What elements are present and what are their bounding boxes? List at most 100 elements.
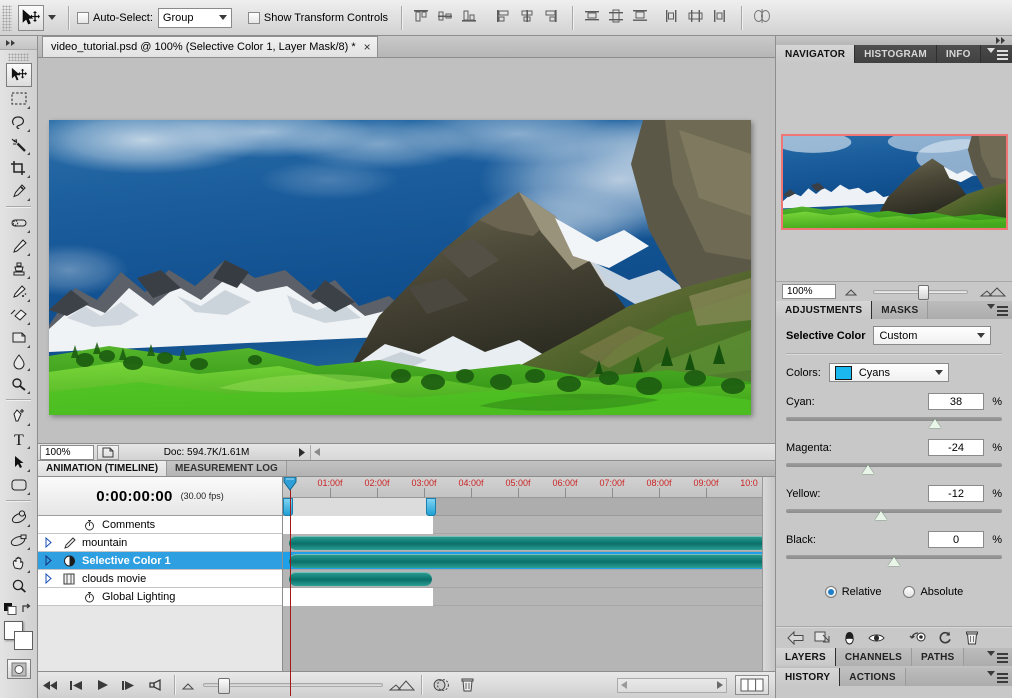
yellow-value-input[interactable]: -12 <box>928 485 984 502</box>
canvas-area[interactable] <box>38 58 775 444</box>
magenta-value-input[interactable]: -24 <box>928 439 984 456</box>
current-tool-icon[interactable] <box>18 4 44 31</box>
tab-actions[interactable]: ACTIONS <box>840 668 906 686</box>
track-row-mountain[interactable]: mountain <box>38 534 282 552</box>
zoom-in-icon[interactable] <box>979 286 1007 297</box>
tool-horizontal-type[interactable]: T <box>7 427 31 450</box>
slider-track[interactable] <box>786 509 1002 513</box>
align-right-edges-button[interactable] <box>542 8 562 28</box>
distribute-left-edges-button[interactable] <box>663 8 683 28</box>
delete-keyframes-button[interactable] <box>454 673 480 698</box>
expand-twisty-icon[interactable] <box>38 572 58 585</box>
document-tab[interactable]: video_tutorial.psd @ 100% (Selective Col… <box>42 36 378 57</box>
distribute-vertical-centers-button[interactable] <box>607 8 627 28</box>
tool-eraser[interactable] <box>7 303 31 326</box>
timeline-row-comments[interactable] <box>283 516 775 534</box>
audio-playback-button[interactable] <box>142 673 168 698</box>
delete-adjustment-layer-icon[interactable] <box>961 629 983 647</box>
onion-skin-button[interactable] <box>428 673 454 698</box>
status-bar-expand-button[interactable] <box>294 445 310 460</box>
cyan-value-input[interactable]: 38 <box>928 393 984 410</box>
colors-dropdown[interactable]: Cyans <box>828 363 949 382</box>
swap-colors-icon[interactable] <box>21 603 33 615</box>
timeline-zoom-thumb[interactable] <box>218 678 230 694</box>
tool-path-selection[interactable] <box>7 450 31 473</box>
status-bar-options-button[interactable] <box>97 444 119 460</box>
work-area-start-handle[interactable] <box>283 498 293 516</box>
relative-radio[interactable]: Relative <box>824 586 881 598</box>
align-bottom-edges-button[interactable] <box>460 8 480 28</box>
show-transform-controls-checkbox[interactable] <box>247 11 260 24</box>
tool-magic-wand[interactable] <box>7 133 31 156</box>
tool-history-brush[interactable] <box>7 280 31 303</box>
tool-gradient[interactable] <box>7 326 31 349</box>
toggle-layer-visibility-icon[interactable] <box>838 629 860 647</box>
stopwatch-icon[interactable] <box>78 591 100 603</box>
tool-3d-orbit-camera[interactable] <box>7 528 31 551</box>
align-left-edges-button[interactable] <box>494 8 514 28</box>
distribute-horizontal-centers-button[interactable] <box>687 8 707 28</box>
zoom-out-icon[interactable] <box>181 681 197 690</box>
slider-track[interactable] <box>786 417 1002 421</box>
timeline-row-global-lighting[interactable] <box>283 588 775 606</box>
tab-paths[interactable]: PATHS <box>912 648 965 666</box>
tab-animation-timeline[interactable]: ANIMATION (TIMELINE) <box>38 461 168 476</box>
work-area-range[interactable] <box>290 498 433 516</box>
magenta-slider[interactable] <box>786 461 1002 477</box>
tab-layers[interactable]: LAYERS <box>776 648 836 666</box>
tab-measurement-log[interactable]: MEASUREMENT LOG <box>167 461 287 476</box>
cyan-slider-thumb[interactable] <box>929 419 942 428</box>
black-slider[interactable] <box>786 553 1002 569</box>
adjustments-panel-menu-button[interactable] <box>987 304 1008 309</box>
transport-scrollbar[interactable] <box>617 677 727 693</box>
stopwatch-icon[interactable] <box>78 519 100 531</box>
distribute-bottom-edges-button[interactable] <box>631 8 651 28</box>
tool-brush[interactable] <box>7 234 31 257</box>
tool-dodge[interactable] <box>7 372 31 395</box>
preset-dropdown[interactable]: Custom <box>873 326 992 345</box>
track-row-selective-color-1[interactable]: Selective Color 1 <box>38 552 282 570</box>
work-area-end-handle[interactable] <box>426 498 436 516</box>
layer-duration-bar[interactable] <box>289 554 767 568</box>
expand-twisty-icon[interactable] <box>38 554 58 567</box>
distribute-top-edges-button[interactable] <box>583 8 603 28</box>
default-colors-icon[interactable] <box>4 603 18 615</box>
tool-rounded-rectangle[interactable] <box>7 473 31 496</box>
black-slider-thumb[interactable] <box>888 557 900 566</box>
reset-adjustment-icon[interactable] <box>934 629 956 647</box>
track-row-global-lighting[interactable]: Global Lighting <box>38 588 282 606</box>
timeline-row-clouds-movie[interactable] <box>283 570 775 588</box>
navigator-zoom-thumb[interactable] <box>917 284 929 300</box>
rewind-to-start-button[interactable] <box>38 673 64 698</box>
black-value-input[interactable]: 0 <box>928 531 984 548</box>
play-button[interactable] <box>90 673 116 698</box>
align-horizontal-centers-button[interactable] <box>518 8 538 28</box>
timeline-ruler[interactable]: 01:00f 02:00f 03:00f 04:00f 05:00f 06:00… <box>283 477 775 498</box>
tool-hand[interactable] <box>7 551 31 574</box>
work-area-bar[interactable] <box>283 498 775 516</box>
navigator-zoom-slider[interactable] <box>872 284 968 300</box>
timeline-zoom-slider[interactable] <box>203 678 383 694</box>
magenta-slider-thumb[interactable] <box>862 465 875 474</box>
tab-adjustments[interactable]: ADJUSTMENTS <box>776 301 873 319</box>
timeline-row-mountain[interactable] <box>283 534 775 552</box>
zoom-level-input[interactable]: 100% <box>40 444 94 460</box>
align-top-edges-button[interactable] <box>412 8 432 28</box>
convert-to-frame-animation-button[interactable] <box>735 675 769 695</box>
layer-duration-bar[interactable] <box>289 536 767 550</box>
tool-lasso[interactable] <box>7 110 31 133</box>
tool-3d-rotate[interactable] <box>7 505 31 528</box>
yellow-slider-thumb[interactable] <box>875 511 888 520</box>
tool-preset-dropdown[interactable] <box>44 15 60 20</box>
right-dock-collapse-button[interactable] <box>776 36 1012 45</box>
navigator-zoom-slider-group[interactable] <box>844 284 1007 300</box>
layer-duration-bar[interactable] <box>289 572 432 586</box>
tool-clone-stamp[interactable] <box>7 257 31 280</box>
tool-move[interactable] <box>5 63 32 87</box>
auto-select-scope-dropdown[interactable]: Group <box>157 7 232 28</box>
tool-crop[interactable] <box>7 156 31 179</box>
quick-mask-toggle[interactable] <box>6 659 31 679</box>
timeline-tracks-area[interactable]: 01:00f 02:00f 03:00f 04:00f 05:00f 06:00… <box>283 477 775 696</box>
tab-history[interactable]: HISTORY <box>776 668 841 686</box>
cyan-slider[interactable] <box>786 415 1002 431</box>
